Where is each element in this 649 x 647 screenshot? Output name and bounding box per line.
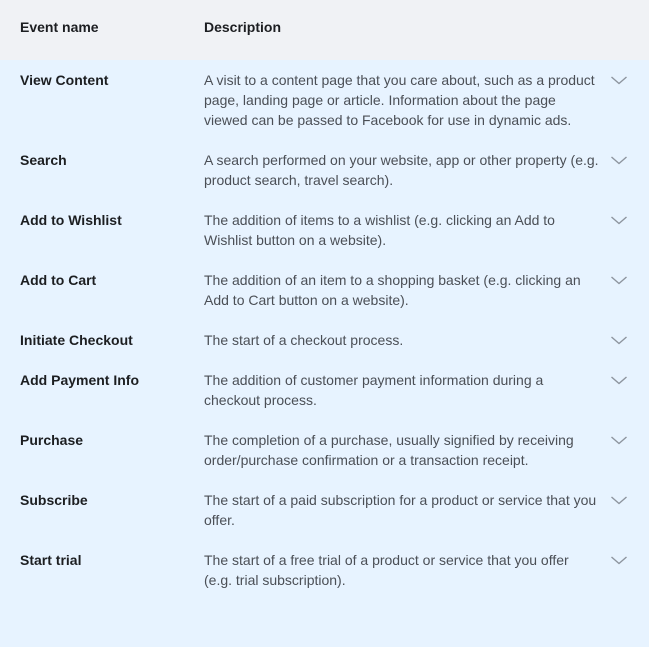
event-description: The addition of an item to a shopping ba… [204,272,581,308]
event-description: The start of a checkout process. [204,332,404,348]
chevron-down-icon[interactable] [610,494,628,506]
event-description: The start of a paid subscription for a p… [204,492,597,528]
event-name: Add to Cart [20,272,97,288]
chevron-down-icon[interactable] [610,74,628,86]
table-row-search[interactable]: Search A search performed on your websit… [0,150,649,210]
chevron-down-icon[interactable] [610,434,628,446]
event-description: A search performed on your website, app … [204,152,599,188]
event-description: The addition of items to a wishlist (e.g… [204,212,555,248]
event-description: The completion of a purchase, usually si… [204,432,574,468]
event-name: Add Payment Info [20,372,140,388]
table-row-start-trial[interactable]: Start trial The start of a free trial of… [0,550,649,610]
table-row-subscribe[interactable]: Subscribe The start of a paid subscripti… [0,490,649,550]
table-row-view-content[interactable]: View Content A visit to a content page t… [0,70,649,150]
event-description: A visit to a content page that you care … [204,72,595,128]
chevron-down-icon[interactable] [610,274,628,286]
column-header-event-name: Event name [20,19,99,35]
table-header: Event name Description [0,0,649,60]
event-description: The start of a free trial of a product o… [204,552,569,588]
event-name: Search [20,152,67,168]
event-name: Add to Wishlist [20,212,122,228]
chevron-down-icon[interactable] [610,154,628,166]
event-description: The addition of customer payment informa… [204,372,544,408]
events-table: Event name Description View Content A vi… [0,0,649,647]
event-name: Subscribe [20,492,88,508]
table-row-add-to-cart[interactable]: Add to Cart The addition of an item to a… [0,270,649,330]
column-header-description: Description [204,19,282,35]
table-row-purchase[interactable]: Purchase The completion of a purchase, u… [0,430,649,490]
table-body: View Content A visit to a content page t… [0,60,649,647]
chevron-down-icon[interactable] [610,334,628,346]
event-name: Initiate Checkout [20,332,133,348]
event-name: Purchase [20,432,84,448]
chevron-down-icon[interactable] [610,374,628,386]
event-name: View Content [20,72,109,88]
event-name: Start trial [20,552,82,568]
chevron-down-icon[interactable] [610,214,628,226]
chevron-down-icon[interactable] [610,554,628,566]
table-row-add-payment-info[interactable]: Add Payment Info The addition of custome… [0,370,649,430]
table-row-add-to-wishlist[interactable]: Add to Wishlist The addition of items to… [0,210,649,270]
table-row-initiate-checkout[interactable]: Initiate Checkout The start of a checkou… [0,330,649,370]
